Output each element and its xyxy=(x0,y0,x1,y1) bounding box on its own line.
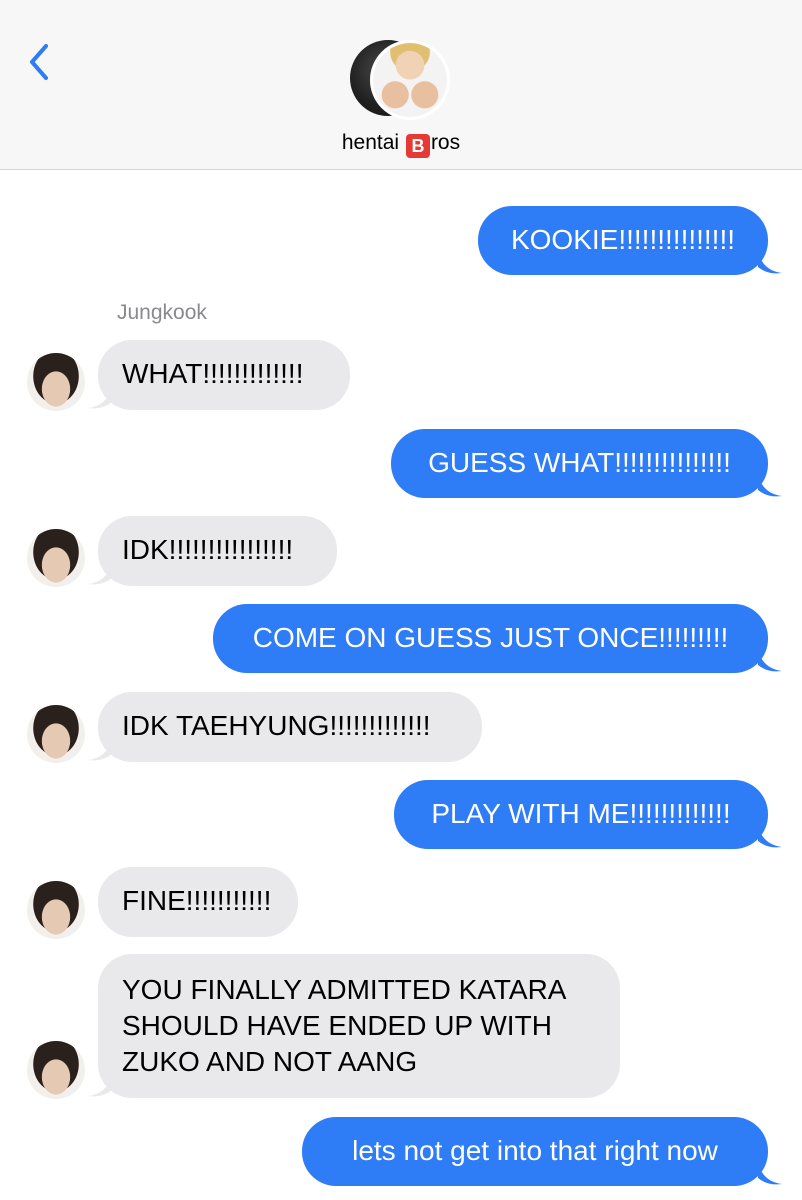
bubble-tail xyxy=(758,476,782,497)
avatar-jungkook[interactable] xyxy=(27,705,85,763)
member-avatar-front xyxy=(370,40,450,120)
bubble-tail xyxy=(88,740,112,761)
message-bubble-incoming[interactable]: IDK TAEHYUNG!!!!!!!!!!!!! xyxy=(98,692,482,762)
bubble-tail xyxy=(88,388,112,409)
sender-name: Jungkook xyxy=(117,301,207,324)
message-bubble-outgoing[interactable]: GUESS WHAT!!!!!!!!!!!!!!! xyxy=(391,429,768,498)
bubble-tail xyxy=(758,651,782,672)
group-title-prefix: hentai xyxy=(341,131,405,154)
message-bubble-outgoing[interactable]: KOOKIE!!!!!!!!!!!!!!! xyxy=(478,206,768,275)
avatar-jungkook[interactable] xyxy=(27,529,85,587)
message-bubble-incoming[interactable]: YOU FINALLY ADMITTED KATARA SHOULD HAVE … xyxy=(98,954,620,1098)
chevron-left-icon[interactable] xyxy=(22,38,56,86)
message-bubble-incoming[interactable]: FINE!!!!!!!!!!! xyxy=(98,867,298,937)
message-bubble-incoming[interactable]: WHAT!!!!!!!!!!!!! xyxy=(98,340,350,410)
bubble-tail xyxy=(88,564,112,585)
avatar-jungkook[interactable] xyxy=(27,1041,85,1099)
bubble-tail xyxy=(758,827,782,848)
avatar-jungkook[interactable] xyxy=(27,353,85,411)
conversation-header: hentai Bros xyxy=(0,0,802,170)
bubble-tail xyxy=(758,253,782,274)
bubble-tail xyxy=(88,1076,112,1097)
group-title-suffix: ros xyxy=(430,131,461,154)
message-bubble-outgoing[interactable]: lets not get into that right now xyxy=(302,1117,768,1186)
group-avatar[interactable] xyxy=(350,40,450,120)
b-button-emoji-icon: B xyxy=(405,134,430,158)
avatar-jungkook[interactable] xyxy=(27,881,85,939)
bubble-tail xyxy=(758,1164,782,1185)
message-bubble-outgoing[interactable]: PLAY WITH ME!!!!!!!!!!!!! xyxy=(394,780,768,849)
message-bubble-outgoing[interactable]: COME ON GUESS JUST ONCE!!!!!!!!! xyxy=(213,604,768,673)
message-bubble-incoming[interactable]: IDK!!!!!!!!!!!!!!!! xyxy=(98,516,337,586)
group-title[interactable]: hentai Bros xyxy=(0,131,802,158)
